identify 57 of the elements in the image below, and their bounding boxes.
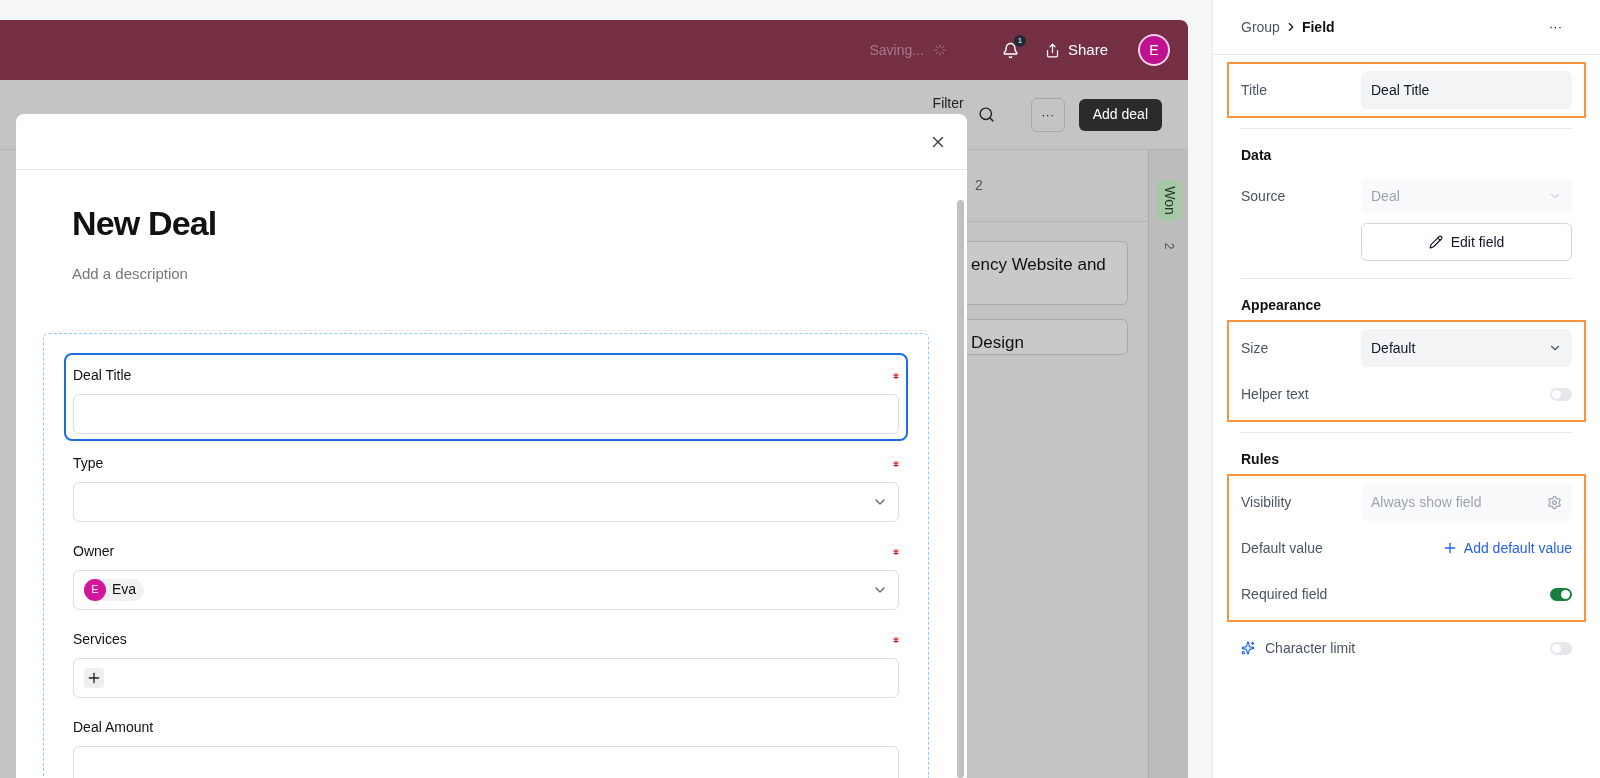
select-field[interactable]: E Eva (73, 569, 899, 610)
title-input[interactable]: Deal Title (1361, 71, 1572, 109)
add-default-value-link[interactable]: Add default value (1441, 537, 1572, 559)
user-chip[interactable]: E Eva (84, 578, 145, 601)
property-label: Required field (1241, 584, 1329, 604)
field-label: Deal Title (73, 366, 132, 385)
section-heading: Data (1241, 146, 1273, 165)
pencil-icon (1428, 235, 1443, 249)
property-label: Helper text (1241, 384, 1310, 404)
form-field[interactable]: Owner E Eva (64, 528, 908, 617)
form-field[interactable]: Deal Amount (64, 704, 908, 778)
more-button[interactable]: ··· (1549, 17, 1562, 37)
input-field[interactable] (73, 657, 899, 698)
filter-label[interactable]: Filter (932, 93, 964, 114)
form-field[interactable]: Deal Title (64, 352, 908, 441)
property-label: Source (1241, 186, 1287, 206)
spinner-icon (933, 44, 946, 56)
form-field[interactable]: Services (64, 616, 908, 705)
input-field[interactable] (73, 745, 899, 778)
property-label: Size (1241, 338, 1270, 358)
user-avatar[interactable]: E (1138, 34, 1170, 66)
more-button[interactable]: ··· (1030, 97, 1065, 132)
form-field[interactable]: Type (64, 440, 908, 529)
property-label: Visibility (1241, 492, 1293, 512)
section-heading: Appearance (1241, 296, 1323, 315)
property-label: Default value (1241, 538, 1324, 558)
bell-icon[interactable] (1001, 41, 1019, 59)
toggle-switch[interactable] (1550, 641, 1572, 655)
add-button[interactable] (84, 667, 104, 688)
description-placeholder[interactable]: Add a description (72, 249, 929, 331)
select-field[interactable] (73, 481, 899, 522)
select-field[interactable]: Default (1361, 329, 1572, 367)
field-label: Deal Amount (73, 718, 154, 737)
share-icon (1044, 42, 1060, 58)
gear-icon (1547, 494, 1562, 510)
property-label: Character limit (1265, 638, 1357, 658)
scrollbar[interactable] (957, 200, 964, 778)
toggle-switch[interactable] (1550, 387, 1572, 401)
column-count: 2 (1161, 242, 1178, 250)
notification-badge: 1 (1013, 34, 1026, 47)
status-tag: Won (1156, 180, 1182, 221)
edit-field-button[interactable]: Edit field (1361, 223, 1572, 261)
add-deal-button[interactable]: Add deal (1078, 98, 1162, 131)
field-label: Type (73, 454, 104, 473)
column-count: 2 (975, 176, 983, 195)
property-label: Title (1241, 80, 1268, 100)
toggle-switch[interactable] (1550, 587, 1572, 601)
field-label: Services (73, 630, 127, 649)
section-heading: Rules (1241, 450, 1281, 469)
share-button[interactable]: Share (1044, 38, 1108, 62)
saving-status: Saving... (869, 39, 946, 61)
field-label: Owner (73, 542, 115, 561)
search-icon[interactable] (977, 106, 995, 123)
breadcrumb-current: Field (1301, 17, 1335, 37)
dialog-title: New Deal (71, 203, 218, 244)
input-field[interactable] (73, 393, 899, 434)
breadcrumb-link[interactable]: Group (1241, 16, 1280, 38)
